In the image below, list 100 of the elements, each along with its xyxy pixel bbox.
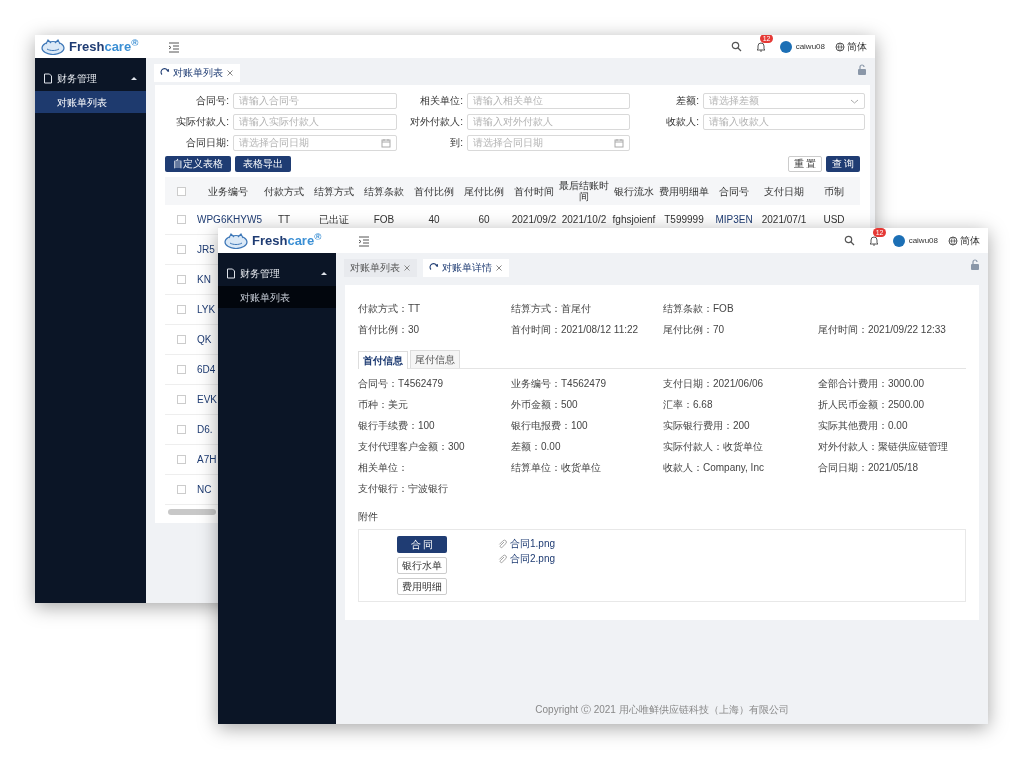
- column-header: 合同号: [718, 185, 750, 197]
- checkbox[interactable]: [176, 485, 186, 494]
- checkbox[interactable]: [176, 215, 186, 224]
- checkbox[interactable]: [176, 395, 186, 404]
- table-button[interactable]: 表格导出: [235, 156, 291, 172]
- column-header: 支付日期: [763, 185, 805, 197]
- attachment-type-button[interactable]: 费用明细: [397, 578, 447, 595]
- checkbox[interactable]: [176, 275, 186, 284]
- checkbox[interactable]: [176, 305, 186, 314]
- checkbox[interactable]: [176, 335, 186, 344]
- checkbox[interactable]: [176, 425, 186, 434]
- lock-icon[interactable]: [857, 64, 867, 76]
- menu-fold-icon[interactable]: [358, 234, 370, 247]
- menu-item[interactable]: 对账单列表: [218, 286, 336, 308]
- refresh-icon: [429, 263, 439, 273]
- table-link[interactable]: LYK: [197, 304, 216, 315]
- close-icon[interactable]: [495, 264, 503, 272]
- info-text: 业务编号：T4562479: [511, 378, 608, 390]
- checkbox[interactable]: [176, 186, 186, 196]
- brand-name: Freshcare$^{®}$: [69, 40, 139, 53]
- attachment-type-button[interactable]: 银行水单: [397, 557, 447, 574]
- info-text: 全部合计费用：3000.00: [818, 378, 926, 390]
- table-link[interactable]: KN: [197, 274, 211, 285]
- info-text: 结算方式：首尾付: [511, 303, 592, 315]
- table-link[interactable]: JR5: [197, 244, 215, 255]
- file-link[interactable]: 合同2.png: [510, 554, 556, 564]
- info-text: 尾付比例：70: [663, 324, 726, 336]
- table-link[interactable]: 6D4: [197, 364, 216, 375]
- field-label: 收款人:: [665, 117, 699, 127]
- field-label: 实际付款人:: [175, 117, 229, 127]
- column-header: 银行流水: [613, 185, 655, 197]
- chevron-down-icon: [850, 97, 859, 105]
- language-label: 简体: [847, 41, 867, 52]
- table-link[interactable]: MIP3EN: [715, 214, 753, 225]
- info-text: 支付代理客户金额：300: [358, 441, 466, 453]
- detail-tab[interactable]: 尾付信息: [410, 350, 460, 368]
- field-label: 对外付款人:: [409, 117, 463, 127]
- table-link[interactable]: EVK: [197, 394, 217, 405]
- brand-name: Freshcare$^{®}$: [252, 234, 322, 247]
- table-link[interactable]: A7H: [197, 454, 217, 465]
- page-tab[interactable]: 对账单详情: [423, 259, 509, 277]
- scrollbar[interactable]: [168, 509, 216, 515]
- copyright-text: Copyright Ⓒ 2021 用心唯鲜供应链科技（上海）有限公司: [535, 703, 789, 717]
- document-icon: [226, 267, 236, 279]
- table-link[interactable]: WPG6KHYW5: [197, 214, 262, 225]
- avatar[interactable]: [892, 234, 905, 247]
- page-tab[interactable]: 对账单列表: [344, 259, 417, 277]
- menu-fold-icon[interactable]: [168, 40, 180, 53]
- info-text: 对外付款人：聚链供应链管理: [818, 441, 949, 453]
- info-text: 结算条款：FOB: [663, 303, 735, 315]
- attachment-type-button[interactable]: 合 同: [397, 536, 447, 553]
- menu-group[interactable]: 财务管理: [240, 265, 316, 281]
- table-button[interactable]: 自定义表格: [165, 156, 231, 172]
- table-link[interactable]: D6.: [197, 424, 213, 435]
- globe-icon: [948, 235, 958, 246]
- checkbox[interactable]: [176, 365, 186, 374]
- info-text: 币种：美元: [358, 399, 409, 411]
- file-link[interactable]: 合同1.png: [510, 539, 556, 549]
- info-text: 银行手续费：100: [358, 420, 436, 432]
- table-link[interactable]: QK: [197, 334, 212, 345]
- info-text: 首付比例：30: [358, 324, 421, 336]
- checkbox[interactable]: [176, 245, 186, 254]
- table-cell: 2021/07/1: [761, 214, 807, 225]
- table-cell: T599999: [664, 214, 704, 225]
- column-header: 尾付比例: [463, 185, 505, 197]
- search-icon[interactable]: [843, 235, 855, 246]
- close-icon[interactable]: [226, 69, 234, 77]
- info-text: 尾付时间：2021/09/22 12:33: [818, 324, 947, 336]
- info-text: 合同号：T4562479: [358, 378, 445, 390]
- table-cell: FOB: [373, 214, 395, 225]
- calendar-icon: [381, 138, 391, 148]
- search-icon[interactable]: [730, 41, 742, 52]
- menu-item[interactable]: 对账单列表: [35, 91, 146, 113]
- username[interactable]: caiwu08: [908, 234, 938, 247]
- info-text: 结算单位：收货单位: [511, 462, 602, 474]
- lock-icon[interactable]: [970, 259, 980, 271]
- checkbox[interactable]: [176, 455, 186, 464]
- avatar[interactable]: [779, 40, 792, 53]
- close-icon[interactable]: [403, 264, 411, 272]
- username[interactable]: caiwu08: [795, 40, 825, 53]
- table-link[interactable]: NC: [197, 484, 212, 495]
- info-text: 差额：0.00: [511, 441, 562, 453]
- info-text: 实际付款人：收货单位: [663, 441, 764, 453]
- info-text: 支付日期：2021/06/06: [663, 378, 765, 390]
- table-cell: fghsjoienf: [612, 214, 656, 225]
- globe-icon: [835, 41, 845, 52]
- reset-button[interactable]: 重 置: [788, 156, 822, 172]
- column-header: 币制: [823, 185, 845, 197]
- query-button[interactable]: 查 询: [826, 156, 860, 172]
- field-label: 合同号:: [195, 96, 229, 106]
- calendar-icon: [614, 138, 624, 148]
- menu-group[interactable]: 财务管理: [57, 70, 126, 86]
- bell-icon[interactable]: [868, 235, 879, 246]
- page-tab[interactable]: 对账单列表: [154, 64, 240, 82]
- bell-icon[interactable]: [755, 41, 766, 52]
- detail-tab[interactable]: 首付信息: [358, 351, 408, 369]
- info-text: 相关单位：: [358, 462, 409, 474]
- info-text: 支付银行：宁波银行: [358, 483, 449, 495]
- table-cell: 2021/09/2: [511, 214, 557, 225]
- field-label: 合同日期:: [185, 138, 229, 148]
